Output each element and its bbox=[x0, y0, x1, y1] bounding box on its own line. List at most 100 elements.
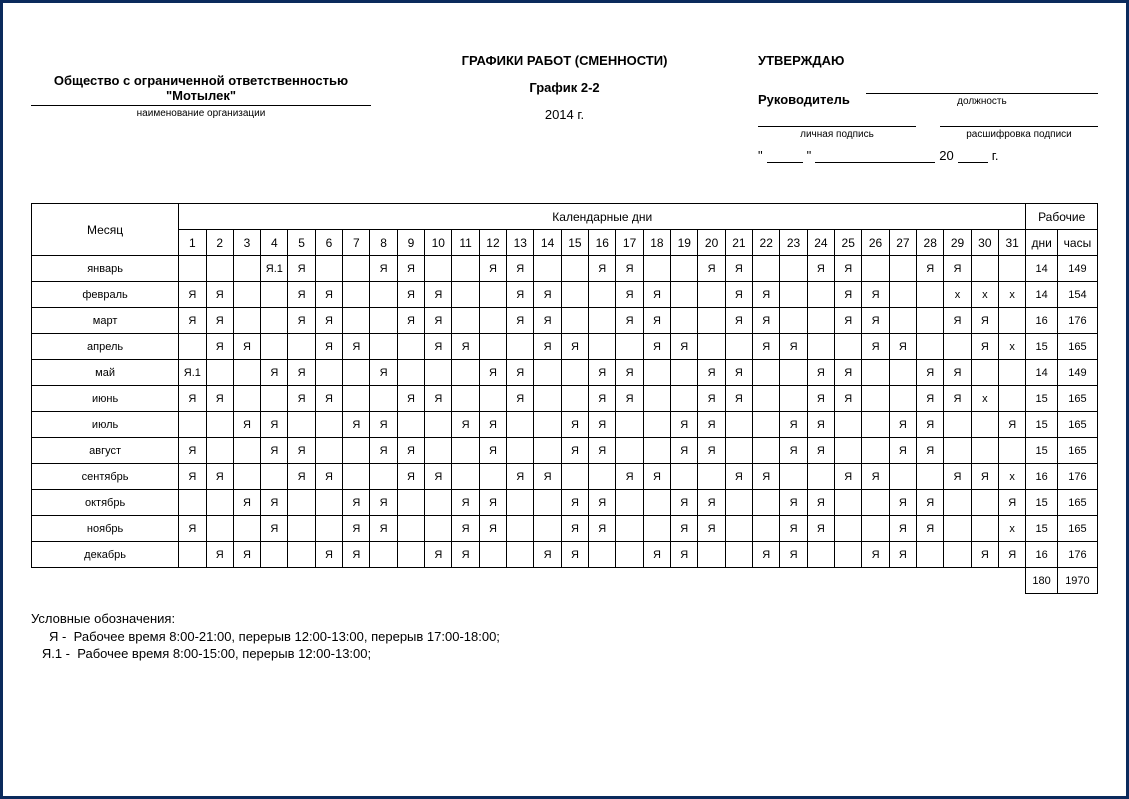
approval-block: УТВЕРЖДАЮ Руководитель должность личная … bbox=[758, 53, 1098, 163]
row-total-days: 14 bbox=[1026, 256, 1058, 282]
day-cell bbox=[370, 386, 397, 412]
day-cell: Я bbox=[862, 464, 889, 490]
day-cell bbox=[534, 360, 561, 386]
header-day-11: 11 bbox=[452, 230, 479, 256]
day-cell: Я bbox=[370, 438, 397, 464]
day-cell bbox=[343, 282, 370, 308]
header-day-6: 6 bbox=[315, 230, 342, 256]
day-cell: Я bbox=[452, 490, 479, 516]
day-cell bbox=[425, 360, 452, 386]
day-cell bbox=[343, 386, 370, 412]
legend-line: Я.1 - Рабочее время 8:00-15:00, перерыв … bbox=[31, 645, 1098, 663]
day-cell bbox=[671, 256, 698, 282]
table-row: мартЯЯЯЯЯЯЯЯЯЯЯЯЯЯЯЯ16176 bbox=[32, 308, 1098, 334]
day-cell bbox=[206, 360, 233, 386]
day-cell: x bbox=[971, 282, 998, 308]
day-cell bbox=[425, 490, 452, 516]
day-cell: Я bbox=[944, 360, 971, 386]
day-cell: Я bbox=[807, 412, 834, 438]
day-cell: Я bbox=[479, 256, 506, 282]
day-cell: Я bbox=[288, 360, 315, 386]
day-cell: Я bbox=[561, 438, 588, 464]
day-cell: Я bbox=[780, 542, 807, 568]
day-cell bbox=[889, 464, 916, 490]
day-cell: Я bbox=[589, 256, 616, 282]
day-cell: Я bbox=[698, 386, 725, 412]
day-cell bbox=[753, 256, 780, 282]
day-cell bbox=[616, 412, 643, 438]
day-cell bbox=[561, 308, 588, 334]
day-cell: Я bbox=[206, 282, 233, 308]
day-cell: Я bbox=[917, 516, 944, 542]
day-cell bbox=[616, 490, 643, 516]
row-total-hours: 149 bbox=[1057, 360, 1097, 386]
row-total-days: 16 bbox=[1026, 464, 1058, 490]
day-cell: Я bbox=[944, 256, 971, 282]
day-cell: Я bbox=[889, 490, 916, 516]
day-cell bbox=[261, 386, 288, 412]
totals-spacer bbox=[32, 568, 1026, 594]
day-cell: Я bbox=[561, 490, 588, 516]
table-row: январьЯ.1ЯЯЯЯЯЯЯЯЯЯЯЯЯ14149 bbox=[32, 256, 1098, 282]
day-cell bbox=[753, 438, 780, 464]
day-cell bbox=[315, 516, 342, 542]
year-suffix: г. bbox=[992, 148, 999, 163]
day-cell: Я bbox=[206, 334, 233, 360]
day-cell bbox=[179, 256, 206, 282]
day-cell bbox=[452, 386, 479, 412]
signature-sublabel: личная подпись bbox=[758, 129, 916, 140]
header-day-14: 14 bbox=[534, 230, 561, 256]
day-cell: Я bbox=[261, 516, 288, 542]
day-cell: Я bbox=[507, 386, 534, 412]
position-sublabel: должность bbox=[866, 96, 1098, 107]
table-head: Месяц Календарные дни Рабочие 1234567891… bbox=[32, 204, 1098, 256]
day-cell: Я bbox=[479, 360, 506, 386]
legend-line: Я - Рабочее время 8:00-21:00, перерыв 12… bbox=[31, 628, 1098, 646]
day-cell: Я bbox=[507, 308, 534, 334]
day-cell bbox=[179, 490, 206, 516]
day-cell: Я bbox=[534, 542, 561, 568]
day-cell bbox=[944, 516, 971, 542]
day-cell: Я bbox=[343, 542, 370, 568]
day-cell bbox=[698, 464, 725, 490]
table-row: июльЯЯЯЯЯЯЯЯЯЯЯЯЯЯЯ15165 bbox=[32, 412, 1098, 438]
quote-open: " bbox=[758, 148, 763, 163]
document-frame: Общество с ограниченной ответственностью… bbox=[0, 0, 1129, 799]
day-cell: Я bbox=[315, 464, 342, 490]
month-cell: август bbox=[32, 438, 179, 464]
header-day-19: 19 bbox=[671, 230, 698, 256]
day-cell: Я bbox=[698, 516, 725, 542]
day-cell bbox=[835, 516, 862, 542]
header-day-10: 10 bbox=[425, 230, 452, 256]
day-cell: Я bbox=[698, 412, 725, 438]
header-day-20: 20 bbox=[698, 230, 725, 256]
day-cell bbox=[370, 334, 397, 360]
day-header-row: 1234567891011121314151617181920212223242… bbox=[32, 230, 1098, 256]
day-cell: Я bbox=[261, 438, 288, 464]
day-cell: Я bbox=[944, 464, 971, 490]
row-total-days: 15 bbox=[1026, 490, 1058, 516]
month-cell: июль bbox=[32, 412, 179, 438]
day-cell bbox=[999, 256, 1026, 282]
day-cell: Я bbox=[261, 360, 288, 386]
day-cell: Я bbox=[589, 516, 616, 542]
header-day-18: 18 bbox=[643, 230, 670, 256]
month-cell: октябрь bbox=[32, 490, 179, 516]
day-cell: Я bbox=[889, 542, 916, 568]
header-row: Общество с ограниченной ответственностью… bbox=[31, 53, 1098, 163]
day-cell bbox=[889, 386, 916, 412]
day-cell bbox=[971, 438, 998, 464]
day-cell bbox=[643, 516, 670, 542]
day-cell: Я bbox=[807, 256, 834, 282]
day-cell bbox=[534, 516, 561, 542]
day-cell: Я bbox=[261, 412, 288, 438]
day-cell: Я bbox=[753, 334, 780, 360]
day-cell bbox=[999, 360, 1026, 386]
day-cell bbox=[698, 308, 725, 334]
day-cell: Я bbox=[206, 464, 233, 490]
day-cell bbox=[971, 256, 998, 282]
day-cell: Я bbox=[534, 464, 561, 490]
day-cell bbox=[343, 308, 370, 334]
day-cell bbox=[397, 490, 424, 516]
day-cell: Я bbox=[889, 516, 916, 542]
